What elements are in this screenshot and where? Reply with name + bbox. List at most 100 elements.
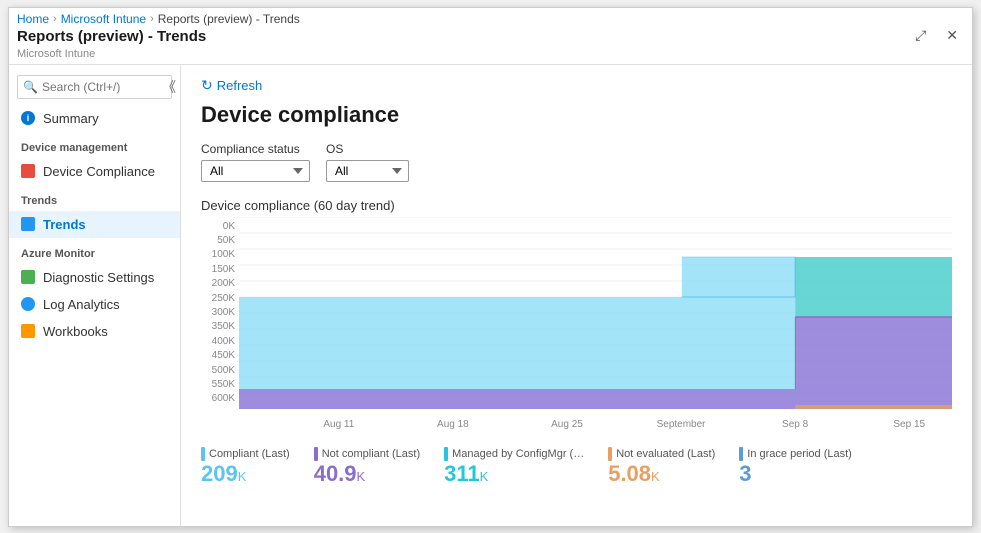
legend-configmgr-color (444, 447, 448, 461)
sidebar-section-azure-monitor: Azure Monitor (9, 238, 180, 264)
main-layout: 🔍 《 i Summary Device management Device C… (9, 65, 972, 526)
search-input[interactable] (17, 75, 172, 99)
content-area: ↻ Refresh Device compliance Compliance s… (181, 65, 972, 526)
y-label-600k: 600K (201, 393, 239, 404)
sidebar-label-diagnostic-settings: Diagnostic Settings (43, 270, 154, 285)
sidebar-label-log-analytics: Log Analytics (43, 297, 120, 312)
compliance-status-select[interactable]: All Compliant Not compliant Not evaluate… (201, 160, 310, 182)
legend-not-evaluated-label: Not evaluated (Last) (608, 447, 715, 461)
chart-svg (239, 217, 952, 409)
y-label-150k: 150K (201, 264, 239, 275)
y-axis-labels: 600K 550K 500K 450K 400K 350K 300K 250K … (201, 217, 239, 409)
sidebar-label-trends: Trends (43, 217, 86, 232)
y-label-250k: 250K (201, 293, 239, 304)
legend-compliant: Compliant (Last) 209K (201, 447, 290, 485)
x-label-aug18: Aug 18 (437, 419, 469, 430)
sidebar: 🔍 《 i Summary Device management Device C… (9, 65, 181, 526)
chart-inner (239, 217, 952, 409)
y-label-0k: 0K (201, 221, 239, 232)
sidebar-label-device-compliance: Device Compliance (43, 164, 155, 179)
legend-configmgr: Managed by ConfigMgr (… 311K (444, 447, 584, 485)
x-label-sep15: Sep 15 (893, 419, 925, 430)
legend-in-grace-period: In grace period (Last) 3 (739, 447, 852, 485)
breadcrumb-sep-1: › (53, 13, 57, 25)
legend-not-evaluated-value: 5.08K (608, 463, 715, 485)
legend-row: Compliant (Last) 209K Not compliant (Las… (201, 447, 952, 485)
y-label-450k: 450K (201, 350, 239, 361)
x-label-september: September (657, 419, 706, 430)
y-label-400k: 400K (201, 336, 239, 347)
workbooks-icon (21, 324, 35, 338)
main-window: Home › Microsoft Intune › Reports (previ… (8, 7, 973, 527)
sidebar-search-container: 🔍 《 (9, 69, 180, 105)
legend-compliant-color (201, 447, 205, 461)
breadcrumb-current: Reports (preview) - Trends (158, 12, 300, 26)
refresh-icon: ↻ (201, 77, 213, 94)
collapse-sidebar-button[interactable]: 《 (158, 73, 180, 101)
legend-configmgr-label: Managed by ConfigMgr (… (444, 447, 584, 461)
chart-section-label: Device compliance (60 day trend) (201, 198, 952, 213)
close-button[interactable]: ✕ (940, 25, 964, 46)
os-label: OS (326, 142, 409, 156)
x-label-aug25: Aug 25 (551, 419, 583, 430)
refresh-button[interactable]: ↻ Refresh (201, 77, 262, 94)
legend-compliant-value: 209K (201, 463, 290, 485)
legend-not-evaluated: Not evaluated (Last) 5.08K (608, 447, 715, 485)
y-label-500k: 500K (201, 365, 239, 376)
y-label-300k: 300K (201, 307, 239, 318)
sidebar-item-workbooks[interactable]: Workbooks (9, 318, 180, 345)
legend-in-grace-period-color (739, 447, 743, 461)
sidebar-item-log-analytics[interactable]: Log Analytics (9, 291, 180, 318)
os-select[interactable]: All Windows iOS Android macOS (326, 160, 409, 182)
os-filter: OS All Windows iOS Android macOS (326, 142, 409, 182)
titlebar-actions: ⤢ ✕ (909, 25, 964, 46)
refresh-label: Refresh (217, 78, 263, 93)
device-compliance-icon (21, 164, 35, 178)
sidebar-item-trends[interactable]: Trends (9, 211, 180, 238)
y-label-100k: 100K (201, 249, 239, 260)
title-section: Reports (preview) - Trends Microsoft Int… (17, 28, 300, 60)
x-label-sep8: Sep 8 (782, 419, 808, 430)
x-axis-labels: Aug 11 Aug 18 Aug 25 September Sep 8 Sep… (239, 413, 952, 437)
y-label-50k: 50K (201, 235, 239, 246)
legend-not-compliant-color (314, 447, 318, 461)
compliance-status-filter: Compliance status All Compliant Not comp… (201, 142, 310, 182)
legend-configmgr-value: 311K (444, 463, 584, 485)
legend-not-evaluated-color (608, 447, 612, 461)
y-label-350k: 350K (201, 321, 239, 332)
search-icon: 🔍 (23, 80, 38, 94)
breadcrumb: Home › Microsoft Intune › Reports (previ… (17, 12, 300, 26)
diagnostic-settings-icon (21, 270, 35, 284)
y-label-550k: 550K (201, 379, 239, 390)
legend-in-grace-period-label: In grace period (Last) (739, 447, 852, 461)
toolbar: ↻ Refresh (201, 77, 952, 94)
filter-row: Compliance status All Compliant Not comp… (201, 142, 952, 182)
window-subtitle: Microsoft Intune (17, 48, 95, 60)
sidebar-item-diagnostic-settings[interactable]: Diagnostic Settings (9, 264, 180, 291)
y-label-200k: 200K (201, 278, 239, 289)
sidebar-item-summary[interactable]: i Summary (9, 105, 180, 132)
breadcrumb-sep-2: › (150, 13, 154, 25)
legend-in-grace-period-value: 3 (739, 463, 852, 485)
expand-button[interactable]: ⤢ (909, 25, 932, 46)
legend-not-compliant: Not compliant (Last) 40.9K (314, 447, 420, 485)
titlebar: Home › Microsoft Intune › Reports (previ… (9, 8, 972, 65)
x-label-aug11: Aug 11 (323, 419, 354, 430)
sidebar-item-device-compliance[interactable]: Device Compliance (9, 158, 180, 185)
sidebar-label-workbooks: Workbooks (43, 324, 108, 339)
sidebar-section-device-management: Device management (9, 132, 180, 158)
configmgr-area (795, 257, 952, 317)
breadcrumb-home[interactable]: Home (17, 12, 49, 26)
window-title: Reports (preview) - Trends (17, 28, 300, 45)
legend-compliant-label: Compliant (Last) (201, 447, 290, 461)
legend-not-compliant-value: 40.9K (314, 463, 420, 485)
trends-icon (21, 217, 35, 231)
sidebar-section-trends: Trends (9, 185, 180, 211)
info-circle-icon: i (21, 111, 35, 125)
sidebar-label-summary: Summary (43, 111, 99, 126)
not-evaluated-area (795, 405, 952, 409)
breadcrumb-intune[interactable]: Microsoft Intune (61, 12, 146, 26)
legend-not-compliant-label: Not compliant (Last) (314, 447, 420, 461)
chart-container: 600K 550K 500K 450K 400K 350K 300K 250K … (201, 217, 952, 437)
page-title: Device compliance (201, 102, 952, 128)
